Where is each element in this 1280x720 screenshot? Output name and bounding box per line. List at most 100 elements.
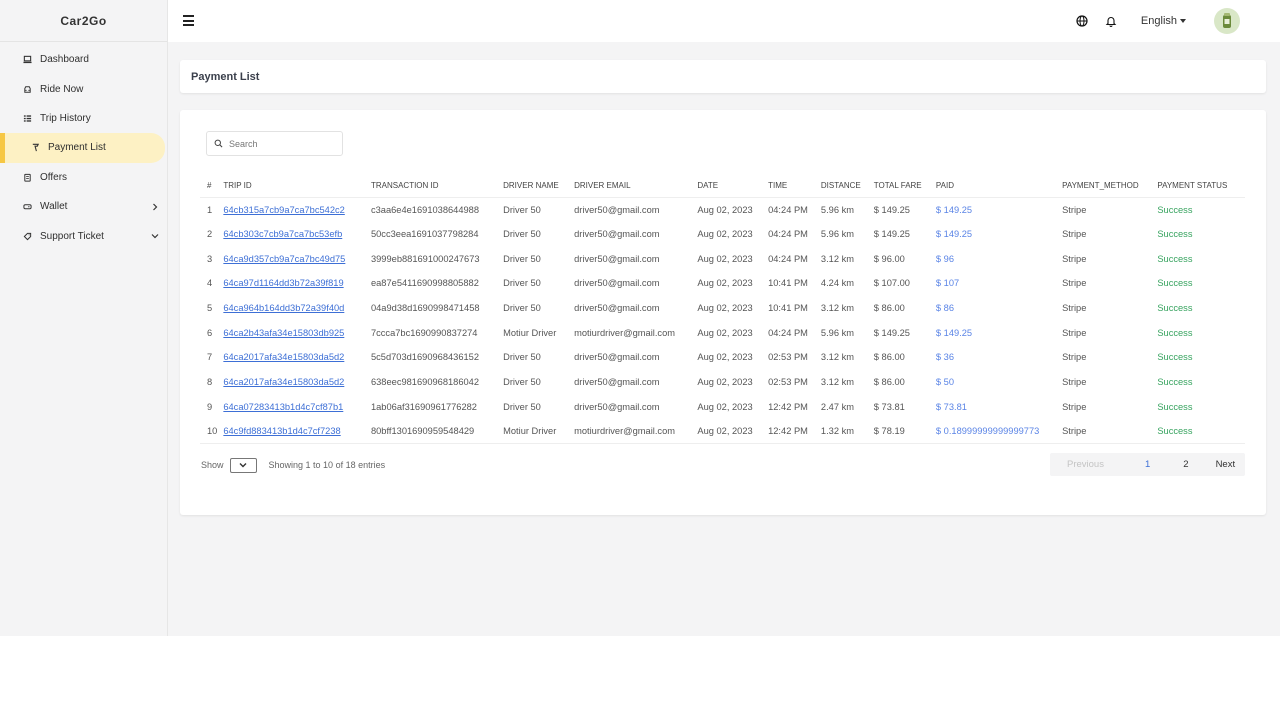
column-header[interactable]: PAID xyxy=(935,175,1063,198)
transaction-id: 04a9d38d1690998471458 xyxy=(370,303,480,314)
total-fare: $ 107.00 xyxy=(873,278,910,289)
time: 12:42 PM xyxy=(768,419,821,445)
trip-id-link[interactable]: 64ca97d1164dd3b72a39f819 xyxy=(223,278,343,288)
sidebar: Car2Go Dashboard Ride Now Trip History P… xyxy=(0,0,168,636)
page-size-select[interactable] xyxy=(229,457,257,473)
column-header[interactable]: TRANSACTION ID xyxy=(370,175,504,198)
distance: 2.47 km xyxy=(820,401,854,412)
distance: 1.32 km xyxy=(820,419,874,445)
bell-icon[interactable] xyxy=(1105,15,1117,27)
row-number: 8 xyxy=(207,377,213,388)
date: Aug 02, 2023 xyxy=(697,229,753,240)
table-row: 9 64ca07283413b1d4c7cf87b1 1ab06af31690961… xyxy=(200,395,1245,420)
column-header[interactable]: PAYMENT STATUS xyxy=(1157,175,1245,198)
table-footer: Show Showing 1 to 10 of 18 entries xyxy=(201,455,385,475)
pagination-next-button[interactable]: Next xyxy=(1216,459,1236,470)
total-fare: $ 86.00 xyxy=(873,377,905,388)
language-dropdown[interactable]: English xyxy=(1141,15,1186,27)
pagination-previous-button[interactable]: Previous xyxy=(1067,459,1104,470)
menu-toggle-icon[interactable] xyxy=(183,15,194,26)
pagination-page-2[interactable]: 2 xyxy=(1183,459,1188,470)
sidebar-item-offers[interactable]: Offers xyxy=(0,163,167,192)
column-header[interactable]: TRIP ID xyxy=(223,175,371,198)
table-row: 6 64ca2b43afa34e15803db925 7ccca7bc1690990… xyxy=(200,320,1245,345)
column-header[interactable]: TIME xyxy=(768,175,821,198)
sidebar-item-support-ticket[interactable]: Support Ticket xyxy=(0,221,167,250)
column-header[interactable]: TOTAL FARE xyxy=(873,175,936,198)
trip-id-link[interactable]: 64ca2b43afa34e15803db925 xyxy=(223,328,344,338)
sidebar-item-dashboard[interactable]: Dashboard xyxy=(0,45,167,74)
paid-amount: $ 96 xyxy=(935,253,955,264)
column-header[interactable]: DISTANCE xyxy=(820,175,874,198)
time: 04:24 PM xyxy=(768,327,808,338)
sidebar-item-ride-now[interactable]: Ride Now xyxy=(0,74,167,103)
trip-id-link[interactable]: 64ca07283413b1d4c7cf87b1 xyxy=(223,402,343,412)
payment-status: Success xyxy=(1157,303,1193,314)
sidebar-item-label: Offers xyxy=(40,171,68,183)
clipboard-icon xyxy=(22,172,32,182)
row-number: 7 xyxy=(207,352,213,363)
driver-name: Driver 50 xyxy=(503,352,541,363)
paid-amount: $ 107 xyxy=(935,278,960,289)
table-row: 4 64ca97d1164dd3b72a39f819 ea87e5411690998… xyxy=(200,271,1245,296)
globe-icon[interactable] xyxy=(1076,15,1088,27)
column-header[interactable]: PAYMENT_METHOD xyxy=(1062,175,1158,198)
sidebar-item-label: Payment List xyxy=(48,142,106,154)
search-box[interactable] xyxy=(206,131,343,156)
payment-method: Stripe xyxy=(1062,401,1087,412)
chevron-down-icon[interactable] xyxy=(151,232,159,240)
total-fare: $ 149.25 xyxy=(873,327,910,338)
driver-email: motiurdriver@gmail.com xyxy=(574,419,698,445)
language-label: English xyxy=(1140,15,1177,27)
sidebar-item-trip-history[interactable]: Trip History xyxy=(0,104,167,133)
trip-id-cell: 64ca9d357cb9a7ca7bc49d75 xyxy=(223,246,371,271)
brand-logo[interactable]: Car2Go xyxy=(0,0,167,42)
trip-id-cell: 64ca964b164dd3b72a39f40d xyxy=(223,296,371,321)
distance: 4.24 km xyxy=(820,278,854,289)
date: Aug 02, 2023 xyxy=(697,278,753,289)
trip-id-cell: 64cb315a7cb9a7ca7bc542c2 xyxy=(223,197,371,222)
trip-id-link[interactable]: 64cb303c7cb9a7ca7bc53efb xyxy=(223,229,342,239)
total-fare: $ 73.81 xyxy=(873,401,905,412)
trip-id-link[interactable]: 64c9fd883413b1d4c7cf7238 xyxy=(223,426,340,436)
trip-id-link[interactable]: 64ca964b164dd3b72a39f40d xyxy=(223,303,344,313)
total-fare: $ 86.00 xyxy=(873,303,905,314)
payment-status: Success xyxy=(1157,419,1245,445)
total-fare: $ 149.25 xyxy=(873,229,910,240)
trip-id-link[interactable]: 64ca2017afa34e15803da5d2 xyxy=(223,352,344,362)
trip-id-link[interactable]: 64ca2017afa34e15803da5d2 xyxy=(223,377,344,387)
trip-id-link[interactable]: 64ca9d357cb9a7ca7bc49d75 xyxy=(223,254,345,264)
column-header[interactable]: DRIVER NAME xyxy=(503,175,575,198)
column-header[interactable]: # xyxy=(200,175,224,198)
payment-list-card: # TRIP ID TRANSACTION ID DRIVER NAME DRI… xyxy=(180,110,1266,515)
money-icon xyxy=(30,143,40,153)
chevron-right-icon[interactable] xyxy=(151,203,159,211)
topbar-actions: English xyxy=(1059,0,1240,42)
row-number: 6 xyxy=(207,327,213,338)
driver-name: Motiur Driver xyxy=(503,327,557,338)
distance: 3.12 km xyxy=(820,377,854,388)
column-header[interactable]: DATE xyxy=(697,175,769,198)
paid-amount: $ 149.25 xyxy=(935,229,973,240)
payment-status: Success xyxy=(1157,229,1193,240)
column-header[interactable]: DRIVER EMAIL xyxy=(574,175,698,198)
row-number: 5 xyxy=(207,303,213,314)
payment-status: Success xyxy=(1157,401,1193,412)
sidebar-item-label: Dashboard xyxy=(40,54,89,66)
avatar[interactable] xyxy=(1214,8,1240,34)
driver-email: motiurdriver@gmail.com xyxy=(574,327,675,338)
search-input[interactable] xyxy=(229,138,329,149)
payment-table: # TRIP ID TRANSACTION ID DRIVER NAME DRI… xyxy=(200,175,1245,445)
sidebar-item-wallet[interactable]: Wallet xyxy=(0,192,167,221)
sidebar-item-label: Support Ticket xyxy=(40,230,104,242)
row-number: 9 xyxy=(207,401,213,412)
list-icon xyxy=(22,113,32,123)
payment-method: Stripe xyxy=(1062,229,1087,240)
pagination-page-1[interactable]: 1 xyxy=(1145,459,1150,470)
distance: 5.96 km xyxy=(820,229,854,240)
sidebar-item-label: Trip History xyxy=(40,112,91,124)
sidebar-item-payment-list[interactable]: Payment List xyxy=(0,133,165,163)
trip-id-link[interactable]: 64cb315a7cb9a7ca7bc542c2 xyxy=(223,205,344,215)
date: Aug 02, 2023 xyxy=(697,253,753,264)
total-fare: $ 86.00 xyxy=(873,352,905,363)
